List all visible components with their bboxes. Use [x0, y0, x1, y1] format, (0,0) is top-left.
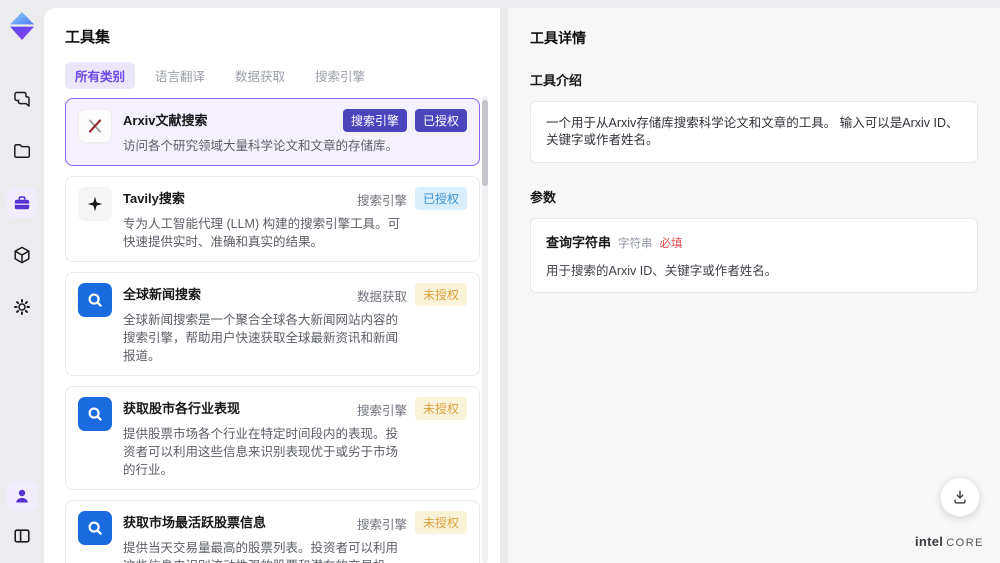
gear-icon [14, 299, 30, 315]
list-scrollbar[interactable] [482, 96, 488, 563]
status-badge: 已授权 [414, 187, 467, 210]
params-heading: 参数 [530, 190, 557, 205]
status-badge: 已授权 [414, 109, 467, 132]
core-wordmark: CORE [946, 537, 984, 549]
param-type: 字符串 [618, 238, 653, 250]
page-title: 工具集 [65, 29, 111, 46]
category-label: 搜索引擎 [356, 194, 407, 208]
tool-description: 提供当天交易量最高的股票列表。投资者可以利用这些信息来识别流动性强的股票和潜在的… [123, 541, 399, 563]
category-label: 搜索引擎 [356, 518, 407, 532]
blue-search-icon [78, 511, 112, 545]
intro-heading: 工具介绍 [530, 73, 583, 88]
param-required-badge: 必填 [659, 238, 683, 250]
tool-description: 提供股票市场各个行业在特定时间段内的表现。投资者可以利用这些信息来识别表现优于或… [123, 427, 399, 477]
tool-name: Tavily搜索 [123, 191, 185, 206]
tool-description: 全球新闻搜索是一个聚合全球各大新闻网站内容的搜索引擎，帮助用户快速获取全球最新资… [123, 313, 399, 363]
download-button[interactable] [940, 477, 980, 517]
sidebar-item-account[interactable] [7, 481, 37, 511]
tool-description: 访问各个研究领域大量科学论文和文章的存储库。 [123, 139, 399, 153]
download-icon [954, 490, 966, 504]
tab-language-translation[interactable]: 语言翻译 [145, 62, 215, 89]
main-window: 工具集 所有类别 语言翻译 数据获取 搜索引擎 Arxiv文献搜索 搜索引擎 已… [44, 8, 1000, 563]
tool-list: Arxiv文献搜索 搜索引擎 已授权 访问各个研究领域大量科学论文和文章的存储库… [65, 98, 480, 563]
intel-core-logo: intel CORE [915, 534, 984, 549]
tool-detail-pane: 工具详情 工具介绍 一个用于从Arxiv存储库搜索科学论文和文章的工具。 输入可… [508, 8, 1000, 563]
param-description: 用于搜索的Arxiv ID、关键字或作者姓名。 [546, 264, 778, 278]
tool-item-sector-performance[interactable]: 获取股市各行业表现 搜索引擎 未授权 提供股票市场各个行业在特定时间段内的表现。… [65, 386, 480, 490]
status-badge: 未授权 [414, 511, 467, 534]
blue-search-icon [78, 283, 112, 317]
detail-title: 工具详情 [530, 30, 586, 46]
tool-item-global-news[interactable]: 全球新闻搜索 数据获取 未授权 全球新闻搜索是一个聚合全球各大新闻网站内容的搜索… [65, 272, 480, 376]
tool-item-active-stocks[interactable]: 获取市场最活跃股票信息 搜索引擎 未授权 提供当天交易量最高的股票列表。投资者可… [65, 500, 480, 563]
briefcase-icon [14, 196, 30, 210]
tool-name: Arxiv文献搜索 [123, 113, 208, 128]
tool-name: 获取股市各行业表现 [123, 401, 241, 416]
blue-search-icon [78, 397, 112, 431]
chat-icon [14, 91, 30, 107]
tool-list-pane: 工具集 所有类别 语言翻译 数据获取 搜索引擎 Arxiv文献搜索 搜索引擎 已… [44, 8, 500, 563]
sidebar-item-models[interactable] [7, 240, 37, 270]
intro-text: 一个用于从Arxiv存储库搜索科学论文和文章的工具。 输入可以是Arxiv ID… [546, 116, 959, 147]
tool-name: 全球新闻搜索 [123, 287, 202, 302]
category-label: 搜索引擎 [356, 404, 407, 418]
folder-icon [14, 143, 31, 159]
status-badge: 未授权 [414, 397, 467, 420]
tab-search-engine[interactable]: 搜索引擎 [305, 62, 375, 89]
status-badge: 未授权 [414, 283, 467, 306]
user-icon [16, 489, 28, 503]
sidebar-item-tools[interactable] [7, 188, 37, 218]
tool-name: 获取市场最活跃股票信息 [123, 515, 267, 530]
tool-item-arxiv[interactable]: Arxiv文献搜索 搜索引擎 已授权 访问各个研究领域大量科学论文和文章的存储库… [65, 98, 480, 166]
category-badge: 搜索引擎 [342, 109, 407, 132]
tool-item-tavily[interactable]: Tavily搜索 搜索引擎 已授权 专为人工智能代理 (LLM) 构建的搜索引擎… [65, 176, 480, 262]
tab-all-categories[interactable]: 所有类别 [65, 62, 136, 89]
category-tabs: 所有类别 语言翻译 数据获取 搜索引擎 [65, 62, 500, 89]
scrollbar-thumb[interactable] [482, 100, 488, 186]
category-label: 数据获取 [356, 290, 407, 304]
star-icon [78, 187, 112, 221]
sidebar-item-settings[interactable] [7, 292, 37, 322]
arxiv-icon [78, 109, 112, 143]
panel-toggle-icon [14, 529, 30, 543]
intel-wordmark: intel [914, 534, 944, 549]
sidebar-item-files[interactable] [7, 136, 37, 166]
app-sidebar [0, 0, 44, 563]
sidebar-item-chat[interactable] [7, 84, 37, 114]
pane-divider [500, 8, 508, 563]
tab-data-fetching[interactable]: 数据获取 [225, 62, 295, 89]
cube-icon [14, 246, 30, 264]
param-name: 查询字符串 [546, 235, 612, 250]
tool-description: 专为人工智能代理 (LLM) 构建的搜索引擎工具。可快速提供实时、准确和真实的结… [123, 217, 401, 249]
intro-box: 一个用于从Arxiv存储库搜索科学论文和文章的工具。 输入可以是Arxiv ID… [530, 101, 978, 163]
app-logo [10, 12, 34, 40]
sidebar-item-collapse[interactable] [7, 521, 37, 551]
param-box: 查询字符串 字符串 必填 用于搜索的Arxiv ID、关键字或作者姓名。 [530, 218, 978, 293]
